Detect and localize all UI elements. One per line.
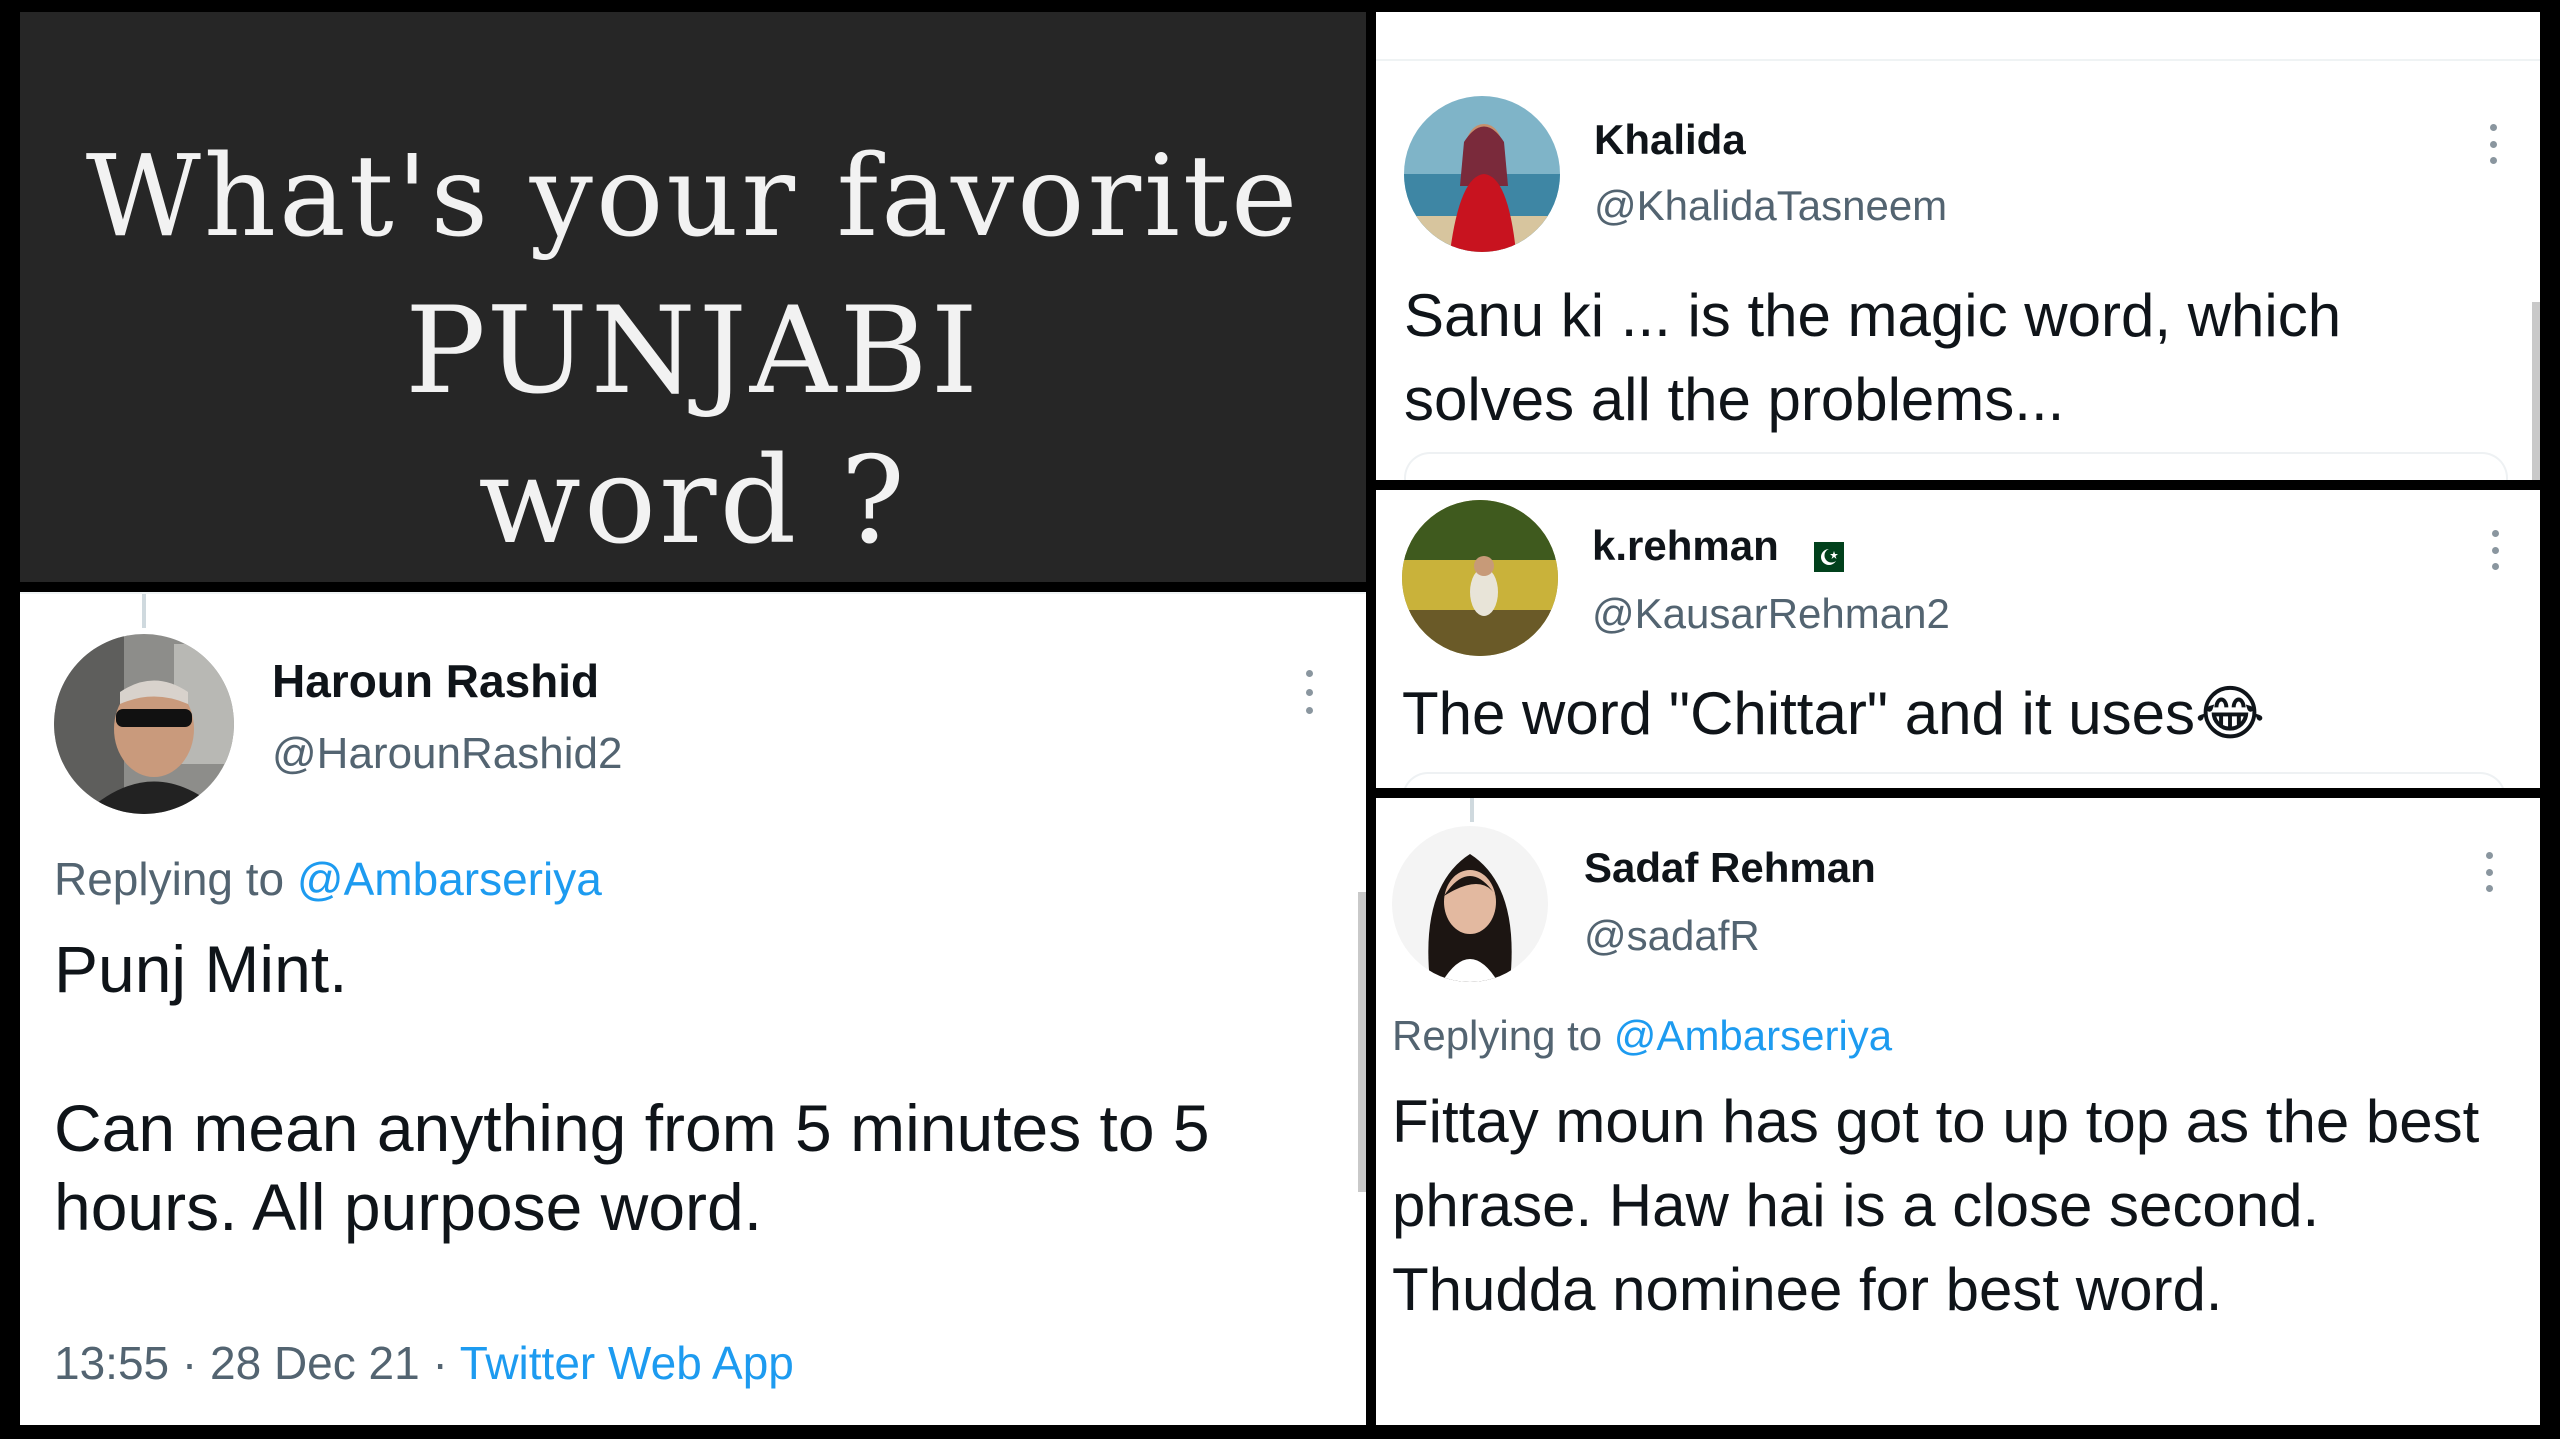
tweet-text: Fittay moun has got to up top as the bes…	[1392, 1088, 2496, 1323]
avatar[interactable]	[1402, 500, 1558, 656]
tweet-haroun-rashid[interactable]: Haroun Rashid @HarounRashid2 Replying to…	[20, 592, 1366, 1425]
avatar-photo-icon	[1402, 500, 1558, 656]
meta-separator: ·	[181, 1337, 198, 1389]
tweet-text: Sanu ki ... is the magic word, which sol…	[1404, 282, 2342, 433]
more-options-icon[interactable]	[2488, 530, 2502, 570]
tweet-text-line-2: Can mean anything from 5 minutes to 5 ho…	[54, 1091, 1210, 1245]
reply-mention-link[interactable]: @Ambarseriya	[1614, 1012, 1892, 1059]
avatar-photo-icon	[1392, 826, 1548, 982]
reply-mention-link[interactable]: @Ambarseriya	[297, 853, 602, 905]
tweet-text-line-1: Punj Mint.	[54, 932, 348, 1006]
author-name[interactable]: Khalida	[1594, 116, 1746, 164]
tweet-source-link[interactable]: Twitter Web App	[460, 1337, 794, 1389]
link-card-edge[interactable]	[1402, 772, 2506, 788]
avatar[interactable]	[1404, 96, 1560, 252]
avatar[interactable]	[54, 634, 234, 814]
author-name[interactable]: k.rehman	[1592, 522, 1845, 572]
link-card-edge[interactable]	[1404, 452, 2508, 480]
thread-connector	[1470, 798, 1474, 822]
author-handle[interactable]: @sadafR	[1584, 912, 1760, 960]
tweet-text: Punj Mint. Can mean anything from 5 minu…	[54, 930, 1354, 1248]
more-options-icon[interactable]	[2482, 852, 2496, 892]
tweet-time[interactable]: 13:55	[54, 1337, 169, 1389]
pakistan-flag-icon	[1804, 534, 1845, 572]
tweet-k-rehman[interactable]: k.rehman @KausarRehman2 The word "Chitta…	[1376, 490, 2540, 788]
replying-prefix: Replying to	[54, 853, 285, 905]
more-options-icon[interactable]	[2486, 124, 2500, 164]
tweet-date[interactable]: 28 Dec 21	[210, 1337, 420, 1389]
tweet-text: The word "Chittar" and it uses😂	[1402, 678, 2502, 750]
title-line-3: word ?	[478, 432, 908, 571]
tweet-sadaf-rehman[interactable]: Sadaf Rehman @sadafR Replying to @Ambars…	[1376, 798, 2540, 1425]
scrollbar[interactable]	[2532, 302, 2540, 480]
avatar[interactable]	[1392, 826, 1548, 982]
author-name[interactable]: Sadaf Rehman	[1584, 844, 1876, 892]
thread-connector	[142, 592, 146, 628]
replying-prefix: Replying to	[1392, 1012, 1603, 1059]
scrollbar[interactable]	[1358, 892, 1366, 1192]
more-options-icon[interactable]	[1302, 670, 1316, 714]
author-name[interactable]: Haroun Rashid	[272, 654, 599, 708]
author-handle[interactable]: @KausarRehman2	[1592, 590, 1950, 638]
title-line-1: What's your favorite	[85, 132, 1301, 262]
meta-separator: ·	[432, 1337, 448, 1389]
divider	[20, 592, 1366, 594]
divider	[1376, 59, 2540, 61]
title-line-2: PUNJABI	[404, 282, 982, 421]
author-name-text: k.rehman	[1592, 522, 1779, 569]
author-handle[interactable]: @KhalidaTasneem	[1594, 182, 1947, 230]
title-card: What's your favorite PUNJABI word ?	[20, 12, 1366, 582]
replying-to: Replying to @Ambarseriya	[1392, 1012, 1892, 1060]
laughing-crying-emoji-icon: 😂	[2194, 679, 2266, 749]
tweet-text-content: The word "Chittar" and it uses	[1402, 680, 2195, 747]
avatar-photo-icon	[54, 634, 234, 814]
avatar-photo-icon	[1404, 96, 1560, 252]
replying-to: Replying to @Ambarseriya	[54, 852, 602, 906]
tweet-khalida[interactable]: Khalida @KhalidaTasneem Sanu ki ... is t…	[1376, 12, 2540, 480]
tweet-meta: 13:55 · 28 Dec 21 · Twitter Web App	[54, 1336, 794, 1390]
author-handle[interactable]: @HarounRashid2	[272, 729, 622, 779]
